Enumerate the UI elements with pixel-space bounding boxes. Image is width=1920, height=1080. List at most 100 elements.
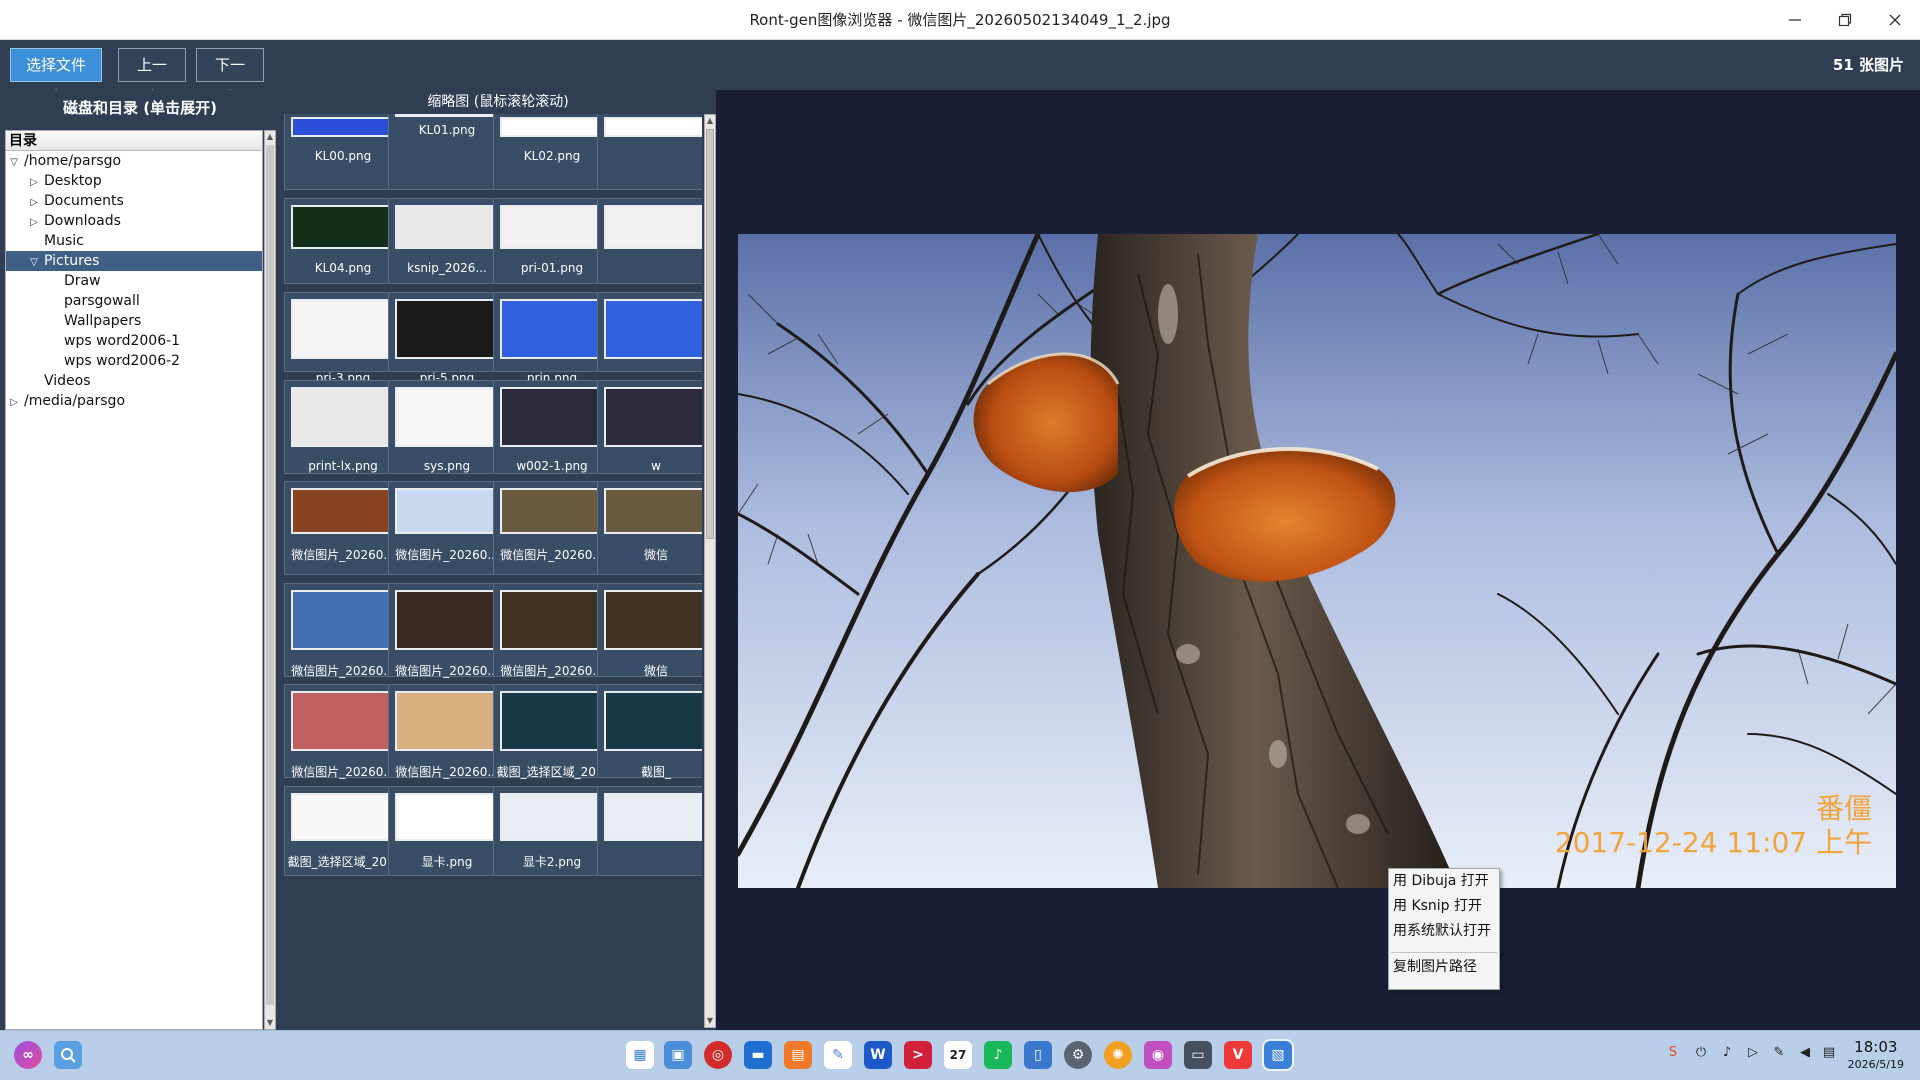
tree-item-home-parsgo[interactable]: ▽/home/parsgo bbox=[6, 151, 262, 171]
thumbnail-item[interactable]: 微信 bbox=[597, 481, 702, 575]
wps-writer-icon[interactable]: W bbox=[864, 1041, 892, 1069]
image-viewer[interactable]: 番僵 2017-12-24 11:07 上午 bbox=[716, 90, 1920, 1030]
collapsed-arrow-icon[interactable]: ▷ bbox=[8, 393, 20, 413]
thumbnail-item[interactable] bbox=[597, 114, 702, 190]
tree-item-pictures[interactable]: ▽ Pictures bbox=[6, 251, 262, 271]
thumbnail-item[interactable]: 显卡.png bbox=[388, 786, 506, 876]
copy-image-path-item[interactable]: 复制图片路径 bbox=[1389, 955, 1499, 980]
thumbnail-item[interactable]: 显卡2.png bbox=[493, 786, 611, 876]
thumbnail-item[interactable]: 微信图片_20260... bbox=[388, 684, 506, 779]
image-viewer-icon[interactable]: ✺ bbox=[1104, 1041, 1132, 1069]
settings-icon[interactable]: ⚙ bbox=[1064, 1041, 1092, 1069]
vivaldi-icon[interactable]: V bbox=[1224, 1041, 1252, 1069]
tree-item-downloads[interactable]: ▷ Downloads bbox=[6, 211, 262, 231]
collapsed-arrow-icon[interactable]: ▷ bbox=[28, 213, 40, 233]
thumbnail-item[interactable]: 微信图片_20260... bbox=[493, 583, 611, 678]
tree-item-wps-word2006-2[interactable]: wps word2006-2 bbox=[6, 351, 262, 371]
thumbnail-item[interactable]: 截图_选择区域_20... bbox=[284, 786, 402, 876]
expanded-arrow-icon[interactable]: ▽ bbox=[8, 153, 20, 173]
open-with-default-item[interactable]: 用系统默认打开 bbox=[1389, 919, 1499, 944]
thumbnail-item[interactable]: 微信 bbox=[597, 583, 702, 678]
thumbnail-item[interactable]: pri-3.png bbox=[284, 292, 402, 385]
workspace-icon[interactable]: ▣ bbox=[664, 1041, 692, 1069]
music-icon[interactable]: ♪ bbox=[984, 1041, 1012, 1069]
thumbnail-item[interactable]: KL04.png bbox=[284, 198, 402, 284]
thumbnail-grid[interactable]: KL00.png KL01.png KL02.png KL04.png ksnip_20… bbox=[284, 114, 702, 1028]
tree-item-media-parsgo[interactable]: ▷/media/parsgo bbox=[6, 391, 262, 411]
thumbnail-scrollbar[interactable]: ▲ ▼ bbox=[704, 114, 716, 1028]
thumbnail-item[interactable]: w bbox=[597, 380, 702, 474]
tree-item-videos[interactable]: Videos bbox=[6, 371, 262, 391]
thumbnail-item[interactable]: sys.png bbox=[388, 380, 506, 474]
thumbnail-item[interactable]: w002-1.png bbox=[493, 380, 611, 474]
close-icon[interactable] bbox=[1870, 0, 1920, 40]
expanded-arrow-icon[interactable]: ▽ bbox=[28, 253, 40, 273]
collapsed-arrow-icon[interactable]: ▷ bbox=[28, 173, 40, 193]
thumbnail-item[interactable]: 微信图片_20260... bbox=[284, 684, 402, 779]
tree-item-parsgowall[interactable]: parsgowall bbox=[6, 291, 262, 311]
input-method-icon[interactable]: S bbox=[1664, 1045, 1682, 1065]
browser-icon[interactable]: ◎ bbox=[704, 1041, 732, 1069]
thumbnail-item[interactable]: KL01.png bbox=[388, 114, 506, 190]
network-icon[interactable]: ▤ bbox=[1820, 1045, 1838, 1065]
prev-image-button[interactable]: 上一张 bbox=[118, 48, 186, 106]
thumbnail-item[interactable] bbox=[597, 198, 702, 284]
open-with-ksnip-item[interactable]: 用 Ksnip 打开 bbox=[1389, 894, 1499, 919]
scroll-down-icon[interactable]: ▼ bbox=[265, 1017, 275, 1029]
collapsed-arrow-icon[interactable]: ▷ bbox=[28, 193, 40, 213]
thumbnail-item[interactable] bbox=[597, 292, 702, 372]
next-image-button[interactable]: 下一张 bbox=[196, 48, 264, 106]
thumbnail-item[interactable]: pri-01.png bbox=[493, 198, 611, 284]
open-with-dibuja-item[interactable]: 用 Dibuja 打开 bbox=[1389, 869, 1499, 894]
thumbnail-item[interactable]: 截图_ bbox=[597, 684, 702, 779]
calendar-icon[interactable]: 27 bbox=[944, 1041, 972, 1069]
thumbnail-item[interactable]: ksnip_2026... bbox=[388, 198, 506, 284]
app-store-icon[interactable]: ▤ bbox=[784, 1041, 812, 1069]
tree-scrollbar[interactable]: ▲ ▼ bbox=[264, 130, 276, 1030]
tree-item-desktop[interactable]: ▷ Desktop bbox=[6, 171, 262, 191]
scroll-up-icon[interactable]: ▲ bbox=[705, 115, 715, 127]
rontgen-viewer-icon[interactable]: ▧ bbox=[1262, 1039, 1294, 1071]
tree-item-wps-word2006-1[interactable]: wps word2006-1 bbox=[6, 331, 262, 351]
thumbnail-item[interactable]: print-lx.png bbox=[284, 380, 402, 474]
choose-folder-button[interactable]: 选择文件夹 bbox=[10, 48, 102, 106]
directory-tree[interactable]: 目录 ▽/home/parsgo ▷ Desktop ▷ Documents ▷ Downl… bbox=[5, 130, 263, 1030]
tree-item-draw[interactable]: Draw bbox=[6, 271, 262, 291]
thumbnail-item[interactable]: 微信图片_20260... bbox=[284, 583, 402, 678]
printer-icon[interactable]: ▭ bbox=[1184, 1041, 1212, 1069]
tree-item-documents[interactable]: ▷ Documents bbox=[6, 191, 262, 211]
notification-icon[interactable]: ♪ bbox=[1718, 1045, 1736, 1065]
thumbnail-item[interactable]: KL02.png bbox=[493, 114, 611, 190]
main-image[interactable]: 番僵 2017-12-24 11:07 上午 bbox=[738, 234, 1896, 888]
terminal-icon[interactable]: > bbox=[904, 1041, 932, 1069]
tree-item-wallpapers[interactable]: Wallpapers bbox=[6, 311, 262, 331]
scroll-down-icon[interactable]: ▼ bbox=[705, 1015, 715, 1027]
tree-scrollbar-thumb[interactable] bbox=[266, 145, 274, 1005]
thumbnail-item[interactable] bbox=[597, 786, 702, 876]
scroll-up-icon[interactable]: ▲ bbox=[265, 131, 275, 143]
launcher-icon[interactable]: ∞ bbox=[14, 1041, 42, 1069]
file-manager-icon[interactable]: ▬ bbox=[744, 1041, 772, 1069]
camera-icon[interactable]: ◉ bbox=[1144, 1041, 1172, 1069]
text-editor-icon[interactable]: ✎ bbox=[824, 1041, 852, 1069]
tree-header[interactable]: 目录 bbox=[6, 131, 262, 151]
thumbnail-item[interactable]: pri-5.png bbox=[388, 292, 506, 385]
app-grid-icon[interactable]: ▦ bbox=[626, 1041, 654, 1069]
clock[interactable]: 18:03 2026/5/19 bbox=[1848, 1037, 1904, 1073]
thumbnail-item[interactable]: KL00.png bbox=[284, 114, 402, 190]
thumbnail-item[interactable]: 微信图片_20260... bbox=[493, 481, 611, 575]
restore-icon[interactable] bbox=[1820, 0, 1870, 40]
thumbnail-item[interactable]: 微信图片_20260... bbox=[388, 481, 506, 575]
power-icon[interactable]: ⏻ bbox=[1692, 1045, 1710, 1065]
minimize-icon[interactable] bbox=[1770, 0, 1820, 40]
search-icon[interactable] bbox=[54, 1041, 82, 1069]
thumbnail-scrollbar-thumb[interactable] bbox=[706, 129, 714, 539]
thumbnail-item[interactable]: prin.png bbox=[493, 292, 611, 385]
thumbnail-item[interactable]: 微信图片_20260... bbox=[284, 481, 402, 575]
media-icon[interactable]: ▷ bbox=[1744, 1045, 1762, 1065]
thumbnail-item[interactable]: 微信图片_20260... bbox=[388, 583, 506, 678]
pen-icon[interactable]: ✎ bbox=[1770, 1045, 1788, 1065]
tree-item-music[interactable]: Music bbox=[6, 231, 262, 251]
tablet-icon[interactable]: ▯ bbox=[1024, 1041, 1052, 1069]
volume-icon[interactable]: ◀ bbox=[1796, 1045, 1814, 1065]
